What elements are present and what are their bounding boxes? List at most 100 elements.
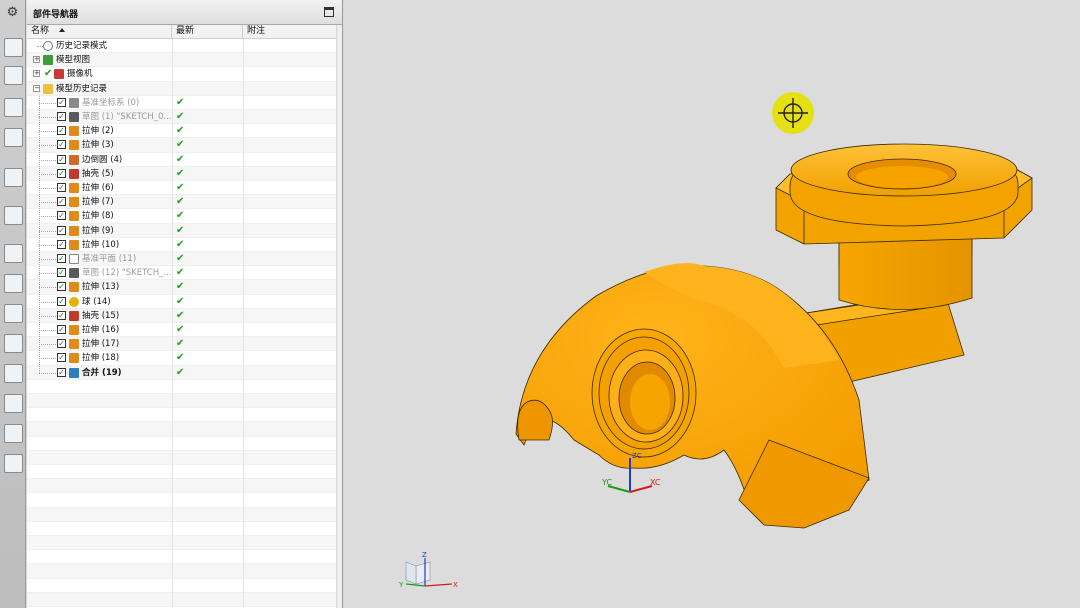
suppress-checkbox[interactable]: ✓ (57, 296, 66, 306)
tree-node[interactable]: + 模型视图 (27, 53, 172, 67)
feature-node[interactable]: ✓ 基准平面 (11) ✔ (27, 252, 243, 266)
tree-row[interactable] (27, 479, 337, 494)
column-name[interactable]: 名称 (27, 25, 172, 39)
suppress-checkbox[interactable]: ✓ (57, 339, 66, 349)
feature-node[interactable]: ✓ 抽壳 (5) ✔ (27, 167, 243, 181)
web-browser-tab[interactable] (4, 168, 23, 187)
feature-node[interactable]: ✓ 基准坐标系 (0) ✔ (27, 96, 243, 110)
suppress-checkbox[interactable]: ✓ (57, 154, 66, 164)
palette-tab[interactable] (4, 424, 23, 443)
tree-node[interactable]: + ✔ 摄像机 (27, 67, 172, 81)
feature-node[interactable]: ✓ 边倒圆 (4) ✔ (27, 153, 243, 167)
tree-connector (39, 173, 56, 175)
clock-tab[interactable] (4, 244, 23, 263)
hd3d-tools-tab[interactable] (4, 454, 23, 473)
system-scenes-tab[interactable] (4, 394, 23, 413)
suppress-checkbox[interactable]: ✓ (57, 140, 66, 150)
suppress-checkbox[interactable]: ✓ (57, 211, 66, 221)
feature-node[interactable]: ✓ 拉伸 (16) ✔ (27, 323, 243, 337)
tree-row[interactable] (27, 536, 337, 551)
navigator-titlebar: 部件导航器 (27, 0, 342, 25)
suppress-checkbox[interactable]: ✓ (57, 97, 66, 107)
tree-node[interactable]: 历史记录模式 (27, 39, 172, 53)
graphics-viewport[interactable]: XC YC ZC Z X Y (344, 0, 1080, 608)
tree-row[interactable] (27, 465, 337, 480)
suppress-checkbox[interactable]: ✓ (57, 112, 66, 121)
column-header: 名称 最新 附注 (27, 25, 337, 39)
tree-connector (39, 230, 56, 232)
suppress-checkbox[interactable]: ✓ (57, 197, 66, 207)
feature-node[interactable]: ✓ 拉伸 (3) ✔ (27, 138, 243, 152)
suppress-checkbox[interactable]: ✓ (57, 254, 66, 263)
tree-connector (39, 287, 56, 289)
feature-node[interactable]: ✓ 合并 (19) ✔ (27, 366, 243, 380)
extrude-icon (69, 140, 79, 151)
assembly-navigator-tab[interactable] (4, 38, 23, 57)
edge-blend-icon (69, 154, 79, 165)
feature-node[interactable]: ✓ 草图 (12) "SKETCH_... ✔ (27, 266, 243, 280)
part-navigator-tab[interactable] (4, 98, 23, 117)
suppress-checkbox[interactable]: ✓ (57, 268, 66, 278)
suppress-checkbox[interactable]: ✓ (57, 353, 66, 363)
tree-row[interactable] (27, 394, 337, 409)
feature-node[interactable]: ✓ 草图 (1) "SKETCH_0... ✔ (27, 110, 243, 124)
feature-label: 抽壳 (5) (82, 168, 114, 179)
latest-check-icon: ✔ (176, 267, 185, 279)
suppress-checkbox[interactable]: ✓ (57, 310, 66, 320)
feature-node[interactable]: ✓ 拉伸 (7) ✔ (27, 195, 243, 209)
feature-node[interactable]: ✓ 拉伸 (2) ✔ (27, 124, 243, 138)
suppress-checkbox[interactable]: ✓ (57, 239, 66, 249)
tree-row[interactable] (27, 437, 337, 451)
feature-node[interactable]: ✓ 拉伸 (6) ✔ (27, 181, 243, 195)
tree-row[interactable] (27, 493, 337, 508)
column-notes[interactable]: 附注 (243, 25, 337, 39)
navigator-scrollbar[interactable] (336, 25, 342, 608)
gear-icon[interactable]: ⚙ (4, 4, 21, 21)
suppress-checkbox[interactable]: ✓ (57, 367, 66, 377)
tree-row[interactable] (27, 564, 337, 579)
expand-icon[interactable]: + (33, 56, 40, 64)
view-triad: Z X Y (398, 551, 458, 589)
maximize-icon[interactable] (324, 7, 334, 17)
manufacturing-wizards-tab[interactable] (4, 334, 23, 353)
suppress-checkbox[interactable]: ✓ (57, 183, 66, 192)
tree-row[interactable] (27, 522, 337, 536)
tree-row[interactable] (27, 579, 337, 593)
feature-node[interactable]: ✓ 拉伸 (13) ✔ (27, 280, 243, 294)
reuse-library-tab[interactable] (4, 128, 23, 147)
crosshair-icon (778, 98, 808, 128)
suppress-checkbox[interactable]: ✓ (57, 225, 66, 235)
tree-row[interactable] (27, 422, 337, 437)
suppress-checkbox[interactable]: ✓ (57, 282, 66, 292)
suppress-checkbox[interactable]: ✓ (57, 126, 66, 136)
feature-node[interactable]: ✓ 拉伸 (10) ✔ (27, 238, 243, 252)
cursor-highlight (772, 92, 814, 134)
visible-check-icon[interactable]: ✔ (44, 67, 52, 81)
feature-node[interactable]: ✓ 球 (14) ✔ (27, 295, 243, 309)
tree-row[interactable] (27, 408, 337, 423)
constraint-navigator-tab[interactable] (4, 66, 23, 85)
process-studio-tab[interactable] (4, 304, 23, 323)
column-latest[interactable]: 最新 (172, 25, 243, 39)
history-tab[interactable] (4, 206, 23, 225)
roles-tab[interactable] (4, 364, 23, 383)
tree-row[interactable] (27, 507, 337, 522)
feature-node[interactable]: ✓ 抽壳 (15) ✔ (27, 309, 243, 323)
suppress-checkbox[interactable]: ✓ (57, 168, 66, 178)
expand-icon[interactable]: + (33, 70, 40, 78)
system-materials-tab[interactable] (4, 274, 23, 293)
suppress-checkbox[interactable]: ✓ (57, 325, 66, 334)
tree-row[interactable] (27, 592, 337, 607)
collapse-icon[interactable]: − (33, 84, 40, 92)
tree-row[interactable] (27, 550, 337, 565)
tree-node[interactable]: − 模型历史记录 (27, 82, 172, 96)
tree-row[interactable] (27, 450, 337, 465)
feature-node[interactable]: ✓ 拉伸 (18) ✔ (27, 351, 243, 365)
feature-node[interactable]: ✓ 拉伸 (17) ✔ (27, 337, 243, 351)
feature-node[interactable]: ✓ 拉伸 (8) ✔ (27, 209, 243, 223)
feature-node[interactable]: ✓ 拉伸 (9) ✔ (27, 224, 243, 238)
feature-label: 拉伸 (9) (82, 225, 114, 236)
extrude-icon (69, 239, 79, 250)
tree-row[interactable] (27, 380, 337, 394)
clock-icon (43, 41, 53, 51)
